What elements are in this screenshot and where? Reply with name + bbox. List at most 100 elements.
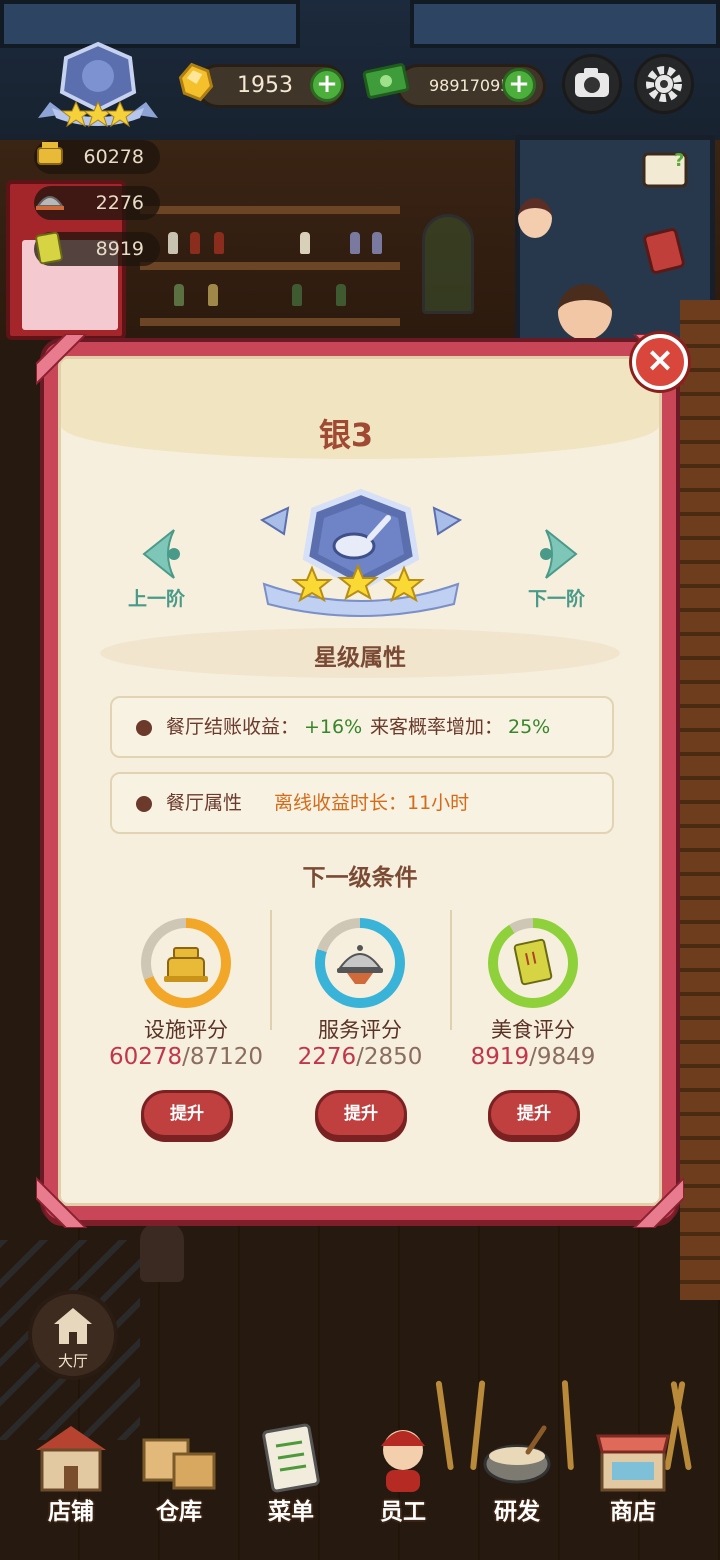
ring-center bbox=[151, 928, 221, 998]
bottle bbox=[208, 284, 218, 306]
next-rank-label[interactable]: 下一阶 bbox=[528, 584, 585, 611]
store-icon bbox=[36, 1426, 106, 1492]
hall-label: 大厅 bbox=[57, 1352, 88, 1370]
food-target: /9849 bbox=[529, 1044, 596, 1070]
food-score-condition: 美食评分 8919/9849 提升 bbox=[443, 914, 623, 1154]
service-cloche-icon bbox=[337, 945, 383, 984]
clipboard-menu-icon bbox=[262, 1423, 320, 1493]
service-icon bbox=[36, 196, 64, 210]
food-score-label: 美食评分 bbox=[491, 1018, 575, 1042]
ribbon-corner-decoration bbox=[36, 334, 88, 386]
bottle bbox=[372, 232, 382, 254]
nav-research-label: 研发 bbox=[494, 1499, 540, 1525]
service-score-display: 2276 bbox=[34, 186, 160, 220]
close-icon: × bbox=[645, 340, 675, 380]
attribute-row-offline: 餐厅属性 离线收益时长：11小时 bbox=[110, 772, 614, 834]
ring-center bbox=[325, 928, 395, 998]
shelf bbox=[140, 262, 400, 270]
facility-score-value: 60278 bbox=[83, 146, 144, 168]
facility-icon bbox=[164, 947, 208, 982]
service-score-value: 2276 bbox=[95, 192, 144, 214]
checkout-income-label: 餐厅结账收益： bbox=[166, 716, 300, 738]
upgrade-service-button[interactable]: 提升 bbox=[315, 1090, 407, 1138]
bottle bbox=[168, 232, 178, 254]
rank-title: 银3 bbox=[318, 416, 374, 454]
red-book-icon[interactable] bbox=[640, 226, 690, 276]
add-cash-button[interactable]: + bbox=[502, 68, 536, 102]
service-target: /2850 bbox=[356, 1044, 423, 1070]
bottle bbox=[292, 284, 302, 306]
previous-rank-arrow-icon[interactable] bbox=[134, 524, 194, 584]
visitor-rate-label: 来客概率增加： bbox=[370, 716, 504, 738]
service-score-condition: 服务评分 2276/2850 提升 bbox=[270, 914, 450, 1154]
shelf bbox=[140, 318, 400, 326]
bullet-dot bbox=[136, 796, 152, 812]
nav-store-label: 店铺 bbox=[48, 1499, 94, 1525]
upgrade-food-button[interactable]: 提升 bbox=[488, 1090, 580, 1138]
nav-warehouse-label: 仓库 bbox=[156, 1499, 202, 1525]
facility-score-progress: 60278/87120 bbox=[96, 1044, 276, 1070]
customer bbox=[518, 198, 552, 238]
ring-center bbox=[498, 928, 568, 998]
checkout-income-value: +16% bbox=[304, 716, 363, 738]
shop-stall-icon bbox=[596, 1434, 670, 1492]
visitor-rate-value: 25% bbox=[508, 716, 551, 738]
bottle bbox=[336, 284, 346, 306]
food-score-value: 8919 bbox=[95, 238, 144, 260]
facility-score-condition: 设施评分 60278/87120 提升 bbox=[96, 914, 276, 1154]
gem-count: 1953 bbox=[237, 73, 293, 98]
recipe-book-icon bbox=[513, 938, 553, 986]
hall-button[interactable]: 大厅 bbox=[28, 1290, 118, 1380]
warehouse-box-icon bbox=[142, 1438, 216, 1490]
bottle bbox=[190, 232, 200, 254]
ribbon-corner-decoration bbox=[632, 1176, 684, 1228]
bird-cage bbox=[422, 214, 474, 314]
star-attributes-title: 星级属性 bbox=[314, 645, 406, 671]
railing bbox=[680, 300, 720, 1300]
attribute-row-income: 餐厅结账收益： +16% 来客概率增加： 25% bbox=[110, 696, 614, 758]
customer bbox=[558, 284, 612, 340]
nav-shop-label: 商店 bbox=[610, 1499, 656, 1525]
bullet-dot bbox=[136, 720, 152, 736]
bottle bbox=[214, 232, 224, 254]
bottle bbox=[300, 232, 310, 254]
window bbox=[410, 0, 720, 48]
bottle bbox=[174, 284, 184, 306]
nav-store[interactable]: 店铺 bbox=[16, 1410, 126, 1550]
restaurant-attribute-label: 餐厅属性 bbox=[166, 792, 243, 814]
service-score-label: 服务评分 bbox=[318, 1018, 402, 1042]
nav-warehouse[interactable]: 仓库 bbox=[124, 1410, 234, 1550]
nav-menu-label: 菜单 bbox=[268, 1499, 314, 1525]
nav-shop[interactable]: 商店 bbox=[578, 1410, 688, 1550]
food-score-display: 8919 bbox=[34, 231, 160, 266]
nav-research[interactable]: 研发 bbox=[462, 1410, 572, 1550]
settings-button[interactable] bbox=[634, 54, 694, 114]
gear-icon bbox=[646, 66, 682, 102]
nav-menu[interactable]: 菜单 bbox=[236, 1410, 346, 1550]
cooking-pot-icon bbox=[483, 1425, 551, 1484]
next-level-conditions-title: 下一级条件 bbox=[302, 865, 418, 891]
facility-target: /87120 bbox=[182, 1044, 264, 1070]
svg-text:?: ? bbox=[674, 150, 684, 171]
facility-current: 60278 bbox=[108, 1044, 183, 1070]
facility-progress-ring bbox=[141, 918, 231, 1008]
next-rank-arrow-icon[interactable] bbox=[526, 524, 586, 584]
recipe-book-icon bbox=[35, 231, 63, 265]
upgrade-facility-button[interactable]: 提升 bbox=[141, 1090, 233, 1138]
camera-button[interactable] bbox=[562, 54, 622, 114]
bottle bbox=[350, 232, 360, 254]
add-gems-button[interactable]: + bbox=[310, 68, 344, 102]
rank-badge-icon[interactable] bbox=[36, 40, 160, 128]
food-progress-ring bbox=[488, 918, 578, 1008]
offline-income-duration: 离线收益时长：11小时 bbox=[274, 792, 470, 814]
camera-icon bbox=[575, 68, 609, 97]
food-score-progress: 8919/9849 bbox=[443, 1044, 623, 1070]
help-book-icon[interactable]: ? bbox=[640, 144, 690, 194]
cash-count: 98917095 bbox=[429, 76, 511, 95]
previous-rank-label[interactable]: 上一阶 bbox=[128, 584, 185, 611]
close-button[interactable]: × bbox=[632, 334, 688, 390]
facility-score-display: 60278 bbox=[34, 140, 160, 174]
nav-staff[interactable]: 员工 bbox=[348, 1410, 458, 1550]
service-score-progress: 2276/2850 bbox=[270, 1044, 450, 1070]
nav-staff-label: 员工 bbox=[380, 1499, 426, 1525]
